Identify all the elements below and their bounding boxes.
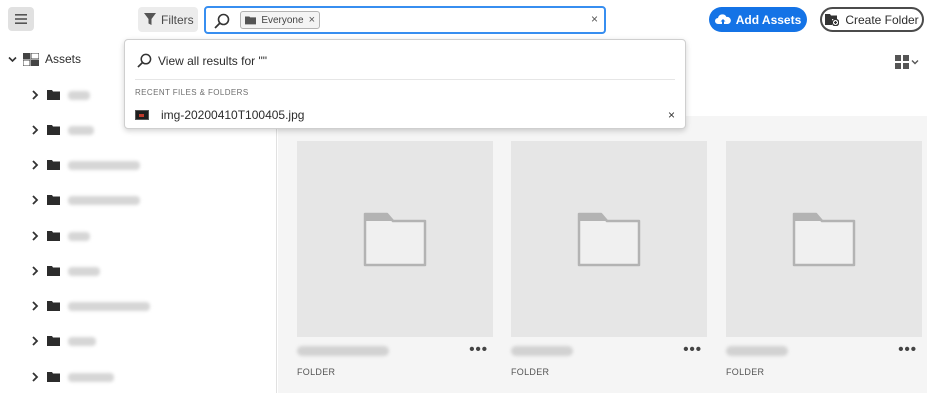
folder-add-icon — [825, 14, 840, 26]
redacted-folder-name — [68, 336, 96, 346]
view-all-results-option[interactable]: View all results for "" — [137, 53, 267, 68]
recent-item-name: img-20200410T100405.jpg — [161, 108, 305, 122]
folder-icon — [47, 372, 60, 382]
redacted-folder-name — [68, 125, 94, 135]
hamburger-icon — [15, 14, 27, 24]
create-folder-button[interactable]: Create Folder — [820, 7, 924, 32]
redacted-folder-name — [68, 372, 114, 382]
tree-item[interactable] — [31, 263, 100, 279]
tree-root-label: Assets — [45, 52, 82, 66]
folder-icon — [47, 336, 60, 346]
tree-item[interactable] — [31, 87, 90, 103]
create-folder-label: Create Folder — [845, 12, 919, 27]
redacted-folder-name — [511, 346, 573, 356]
search-input[interactable] — [326, 11, 576, 29]
folder-icon — [245, 16, 257, 25]
search-icon — [137, 53, 152, 68]
scope-tag[interactable]: Everyone × — [240, 11, 320, 29]
asset-type-label: FOLDER — [511, 367, 550, 377]
folder-card-meta: ••• FOLDER — [726, 337, 922, 387]
redacted-folder-name — [68, 160, 140, 170]
redacted-folder-name — [68, 301, 150, 311]
folder-icon — [47, 90, 60, 100]
cloud-upload-icon — [714, 14, 731, 26]
grid-view-icon — [895, 55, 909, 69]
chevron-right-icon[interactable] — [31, 336, 39, 346]
folder-icon — [47, 231, 60, 241]
folder-icon — [47, 266, 60, 276]
scope-tag-remove-icon[interactable]: × — [309, 14, 315, 26]
folder-thumbnail[interactable] — [726, 141, 922, 337]
folder-icon — [363, 212, 427, 267]
folder-card-meta: ••• FOLDER — [297, 337, 493, 387]
redacted-folder-name — [297, 346, 389, 356]
top-toolbar: Filters Everyone × × Add Assets Create F… — [0, 0, 927, 40]
chevron-right-icon[interactable] — [31, 231, 39, 241]
chevron-right-icon[interactable] — [31, 160, 39, 170]
add-assets-label: Add Assets — [735, 12, 802, 27]
chevron-right-icon[interactable] — [31, 125, 39, 135]
view-all-results-label: View all results for "" — [158, 53, 268, 68]
tree-root-assets[interactable]: Assets — [8, 52, 81, 66]
folder-icon — [47, 160, 60, 170]
redacted-folder-name — [68, 266, 100, 276]
view-switcher[interactable] — [895, 55, 919, 69]
folder-card[interactable]: ••• FOLDER — [297, 141, 493, 387]
chevron-down-icon — [911, 60, 919, 65]
redacted-folder-name — [68, 231, 90, 241]
folder-card[interactable]: ••• FOLDER — [511, 141, 707, 387]
hamburger-menu-button[interactable] — [8, 7, 34, 31]
tree-item[interactable] — [31, 192, 140, 208]
folder-icon — [792, 212, 856, 267]
chevron-right-icon[interactable] — [31, 195, 39, 205]
chevron-right-icon[interactable] — [31, 301, 39, 311]
recent-item[interactable]: img-20200410T100405.jpg × — [135, 106, 675, 124]
funnel-icon — [144, 13, 156, 25]
redacted-folder-name — [726, 346, 788, 356]
more-actions-button[interactable]: ••• — [683, 341, 702, 358]
search-box[interactable]: Everyone × × — [204, 6, 606, 34]
tree-item[interactable] — [31, 333, 96, 349]
more-actions-button[interactable]: ••• — [469, 341, 488, 358]
tree-item[interactable] — [31, 157, 140, 173]
redacted-folder-name — [68, 90, 90, 100]
chevron-right-icon[interactable] — [31, 90, 39, 100]
more-actions-button[interactable]: ••• — [898, 341, 917, 358]
chevron-down-icon[interactable] — [8, 55, 17, 64]
recent-heading: RECENT FILES & FOLDERS — [135, 88, 249, 97]
folder-icon — [47, 195, 60, 205]
filters-button[interactable]: Filters — [138, 7, 198, 32]
tree-item[interactable] — [31, 228, 90, 244]
redacted-folder-name — [68, 195, 140, 205]
folder-card[interactable]: ••• FOLDER — [726, 141, 922, 387]
search-icon — [214, 13, 230, 29]
chevron-right-icon[interactable] — [31, 372, 39, 382]
search-suggestions-dropdown: View all results for "" RECENT FILES & F… — [124, 39, 686, 129]
folder-thumbnail[interactable] — [511, 141, 707, 337]
chevron-right-icon[interactable] — [31, 266, 39, 276]
image-thumbnail-icon — [135, 110, 149, 120]
divider — [135, 79, 675, 80]
search-clear-button[interactable]: × — [591, 12, 598, 26]
folder-card-meta: ••• FOLDER — [511, 337, 707, 387]
scope-tag-label: Everyone — [261, 14, 304, 26]
filters-label: Filters — [161, 12, 194, 27]
folder-thumbnail[interactable] — [297, 141, 493, 337]
asset-type-label: FOLDER — [297, 367, 336, 377]
tree-item[interactable] — [31, 122, 94, 138]
folder-icon — [47, 301, 60, 311]
add-assets-button[interactable]: Add Assets — [709, 7, 807, 32]
remove-recent-button[interactable]: × — [668, 108, 675, 122]
assets-root-icon — [23, 52, 39, 66]
tree-item[interactable] — [31, 369, 114, 385]
folder-icon — [577, 212, 641, 267]
folder-icon — [47, 125, 60, 135]
tree-item[interactable] — [31, 298, 150, 314]
asset-type-label: FOLDER — [726, 367, 765, 377]
